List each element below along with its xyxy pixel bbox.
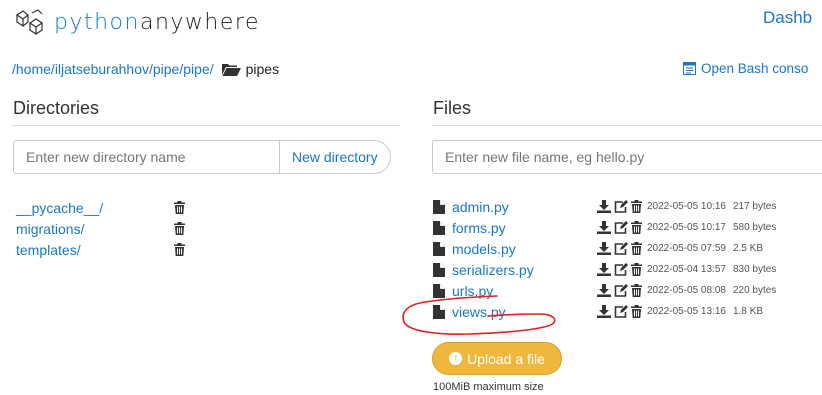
delete-trash-icon[interactable] xyxy=(631,221,642,234)
file-meta: 2022-05-05 10:17 580 bytes xyxy=(647,222,776,233)
file-actions xyxy=(597,284,645,297)
edit-icon[interactable] xyxy=(614,263,628,276)
edit-icon[interactable] xyxy=(614,284,628,297)
delete-trash-icon[interactable] xyxy=(174,243,185,256)
terminal-icon xyxy=(683,62,696,75)
file-icon xyxy=(433,304,445,319)
delete-trash-icon[interactable] xyxy=(631,200,642,213)
breadcrumb-current: pipes xyxy=(245,61,280,77)
directory-link[interactable]: templates/ xyxy=(16,242,174,258)
new-directory-button[interactable]: New directory xyxy=(280,140,391,174)
download-icon[interactable] xyxy=(597,305,611,318)
new-directory-form: New directory xyxy=(13,140,391,174)
directory-row: __pycache__/ xyxy=(16,197,185,218)
delete-trash-icon[interactable] xyxy=(631,284,642,297)
directory-list: __pycache__/ migrations/ templates/ xyxy=(16,197,185,260)
file-link[interactable]: admin.py xyxy=(452,199,597,215)
new-directory-input[interactable] xyxy=(13,140,280,174)
file-meta: 2022-05-05 07:59 2.5 KB xyxy=(647,243,763,254)
breadcrumb-sep: / xyxy=(209,61,214,77)
files-divider xyxy=(432,125,822,126)
upload-file-button[interactable]: ↑ Upload a file xyxy=(432,342,562,375)
file-date: 2022-05-05 13:16 xyxy=(647,306,726,317)
file-list: admin.py 2022-05-05 10:16 217 bytes forms… xyxy=(433,196,776,322)
file-size: 217 bytes xyxy=(732,201,777,212)
delete-trash-icon[interactable] xyxy=(631,263,642,276)
breadcrumb-home[interactable]: /home/ xyxy=(12,61,55,77)
download-icon[interactable] xyxy=(597,242,611,255)
directory-link[interactable]: __pycache__/ xyxy=(16,200,174,216)
file-row: urls.py 2022-05-05 08:08 220 bytes xyxy=(433,280,776,301)
file-actions xyxy=(597,242,645,255)
edit-icon[interactable] xyxy=(614,305,628,318)
directory-link[interactable]: migrations/ xyxy=(16,221,174,237)
file-link[interactable]: models.py xyxy=(452,241,597,257)
file-icon xyxy=(433,262,445,277)
file-actions xyxy=(597,200,645,213)
directories-divider xyxy=(12,125,400,126)
file-row: forms.py 2022-05-05 10:17 580 bytes xyxy=(433,217,776,238)
delete-trash-icon[interactable] xyxy=(174,201,185,214)
directory-row: templates/ xyxy=(16,239,185,260)
file-date: 2022-05-04 13:57 xyxy=(647,264,726,275)
file-row: admin.py 2022-05-05 10:16 217 bytes xyxy=(433,196,776,217)
upload-label: Upload a file xyxy=(467,350,545,367)
download-icon[interactable] xyxy=(597,263,611,276)
edit-icon[interactable] xyxy=(614,200,628,213)
file-size: 580 bytes xyxy=(732,222,777,233)
breadcrumb-pipe[interactable]: pipe xyxy=(153,61,179,77)
file-size: 830 bytes xyxy=(732,264,777,275)
open-bash-label: Open Bash conso xyxy=(701,61,809,76)
file-size: 2.5 KB xyxy=(732,243,763,254)
file-actions xyxy=(597,305,645,318)
file-link[interactable]: views.py xyxy=(452,304,597,320)
delete-trash-icon[interactable] xyxy=(174,222,185,235)
file-meta: 2022-05-05 10:16 217 bytes xyxy=(647,201,776,212)
file-icon xyxy=(433,220,445,235)
file-meta: 2022-05-04 13:57 830 bytes xyxy=(647,264,776,275)
edit-icon[interactable] xyxy=(614,242,628,255)
file-actions xyxy=(597,263,645,276)
file-row: models.py 2022-05-05 07:59 2.5 KB xyxy=(433,238,776,259)
file-row: serializers.py 2022-05-04 13:57 830 bytes xyxy=(433,259,776,280)
files-heading: Files xyxy=(433,98,472,118)
upload-icon: ↑ xyxy=(449,352,463,365)
dashboard-link[interactable]: Dashb xyxy=(763,8,812,28)
file-icon xyxy=(433,241,445,256)
open-bash-console-link[interactable]: Open Bash conso xyxy=(683,61,808,76)
directories-heading: Directories xyxy=(13,98,100,118)
new-file-form xyxy=(432,140,822,174)
file-row: views.py 2022-05-05 13:16 1.8 KB xyxy=(433,301,776,322)
delete-trash-icon[interactable] xyxy=(631,242,642,255)
breadcrumb-user[interactable]: iljatseburahhov xyxy=(55,61,149,77)
file-date: 2022-05-05 10:17 xyxy=(647,222,726,233)
pythonanywhere-logo[interactable]: pythonanywhere xyxy=(14,9,260,35)
file-link[interactable]: forms.py xyxy=(452,220,597,236)
file-actions xyxy=(597,221,645,234)
file-meta: 2022-05-05 08:08 220 bytes xyxy=(647,285,776,296)
file-size: 220 bytes xyxy=(732,285,777,296)
download-icon[interactable] xyxy=(597,284,611,297)
file-link[interactable]: urls.py xyxy=(452,283,597,299)
directory-row: migrations/ xyxy=(16,218,185,239)
file-date: 2022-05-05 10:16 xyxy=(647,201,726,212)
logo-icon xyxy=(15,9,44,35)
breadcrumb-pipe-2[interactable]: pipe xyxy=(183,61,209,77)
max-size-note: 100MiB maximum size xyxy=(433,381,544,393)
file-meta: 2022-05-05 13:16 1.8 KB xyxy=(647,306,763,317)
folder-open-icon xyxy=(221,63,241,76)
new-file-input[interactable] xyxy=(432,140,822,174)
file-icon xyxy=(433,283,445,298)
file-date: 2022-05-05 07:59 xyxy=(647,243,726,254)
download-icon[interactable] xyxy=(597,200,611,213)
file-icon xyxy=(433,199,445,214)
file-size: 1.8 KB xyxy=(732,306,763,317)
breadcrumb: /home/ iljatseburahhov / pipe / pipe / p… xyxy=(12,61,279,77)
file-link[interactable]: serializers.py xyxy=(452,262,597,278)
delete-trash-icon[interactable] xyxy=(631,305,642,318)
download-icon[interactable] xyxy=(597,221,611,234)
edit-icon[interactable] xyxy=(614,221,628,234)
file-date: 2022-05-05 08:08 xyxy=(647,285,726,296)
logo-text: pythonanywhere xyxy=(54,9,260,35)
